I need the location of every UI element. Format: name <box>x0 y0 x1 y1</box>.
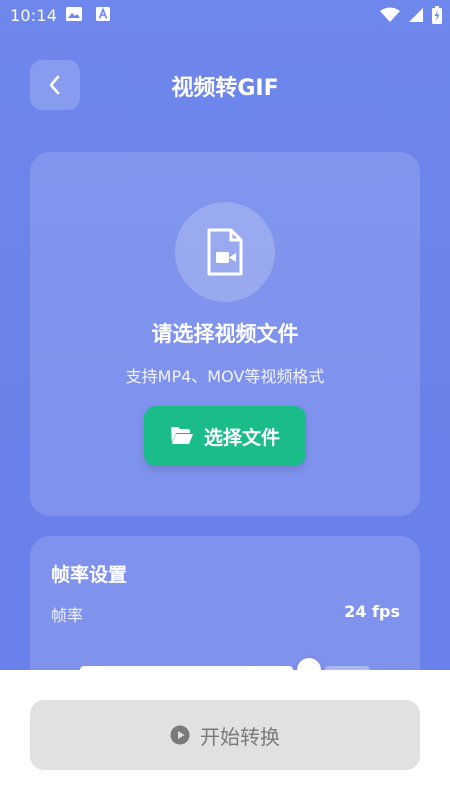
image-icon <box>66 7 82 21</box>
signal-icon <box>409 8 423 22</box>
status-bar: 10:14 <box>0 0 450 32</box>
status-left-icons <box>66 7 110 21</box>
status-right-icons <box>380 6 442 24</box>
supported-formats-text: 支持MP4、MOV等视频格式 <box>125 367 325 386</box>
fps-settings-title: 帧率设置 <box>51 564 128 586</box>
status-time: 10:14 <box>10 6 58 25</box>
folder-open-icon <box>170 427 193 444</box>
select-video-title: 请选择视频文件 <box>151 322 299 346</box>
choose-file-label: 选择文件 <box>203 426 280 449</box>
choose-file-button[interactable]: 选择文件 <box>144 406 306 466</box>
battery-charging-icon <box>432 6 442 24</box>
start-convert-button[interactable]: 开始转换 <box>30 700 420 770</box>
video-file-icon <box>207 228 243 276</box>
start-convert-label: 开始转换 <box>200 724 280 749</box>
app-header: 视频转GIF <box>0 58 450 112</box>
video-file-icon-circle <box>175 202 275 302</box>
play-circle-icon <box>170 725 190 745</box>
page-title: 视频转GIF <box>171 76 279 101</box>
font-a-icon <box>96 7 110 21</box>
select-video-card: 请选择视频文件 支持MP4、MOV等视频格式 选择文件 <box>30 152 420 516</box>
fps-value: 24 fps <box>344 602 400 621</box>
bottom-action-bar: 开始转换 <box>0 670 450 800</box>
wifi-icon <box>380 7 400 22</box>
fps-label: 帧率 <box>51 606 84 625</box>
